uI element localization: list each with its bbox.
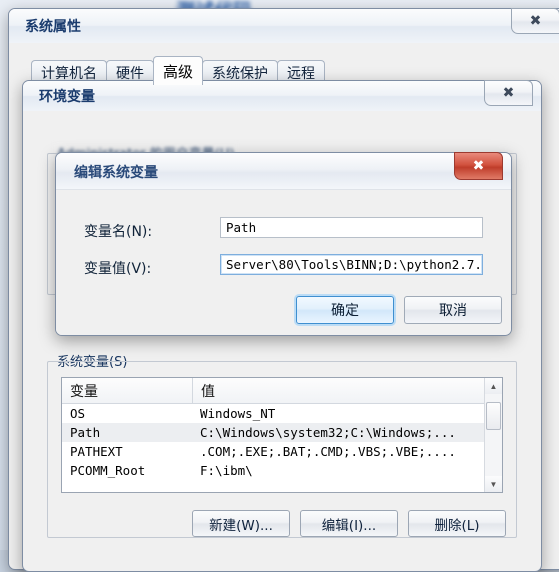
edit-dialog-close-button[interactable]: ✖ [454, 152, 503, 180]
close-icon: ✖ [502, 85, 515, 101]
chevron-down-icon: ▼ [489, 479, 498, 489]
row-variable-value: C:\Windows\system32;C:\Windows;... [200, 425, 456, 440]
close-icon: ✖ [472, 158, 485, 174]
variable-name-input[interactable]: Path [220, 217, 483, 238]
scroll-up-button[interactable]: ▲ [485, 378, 502, 394]
edit-button[interactable]: 编辑(I)... [300, 510, 398, 537]
variable-value-label: 变量值(V): [84, 261, 152, 277]
column-header-variable: 变量 [62, 378, 193, 403]
variable-value-input[interactable]: Server\80\Tools\BINN;D:\python2.7.6 [220, 254, 483, 275]
delete-button[interactable]: 删除(L) [408, 510, 506, 537]
row-variable-name: PCOMM_Root [70, 463, 146, 478]
list-header: 变量 值 [62, 378, 502, 404]
new-button[interactable]: 新建(W)... [192, 510, 290, 537]
edit-dialog-titlebar: 编辑系统变量 ✖ [56, 152, 511, 189]
row-variable-name: Path [70, 425, 101, 440]
environment-variables-title: 环境变量 [39, 89, 95, 105]
system-properties-titlebar: 系统属性 ✖ [9, 8, 559, 43]
variable-name-label: 变量名(N): [84, 224, 153, 240]
chevron-up-icon: ▲ [489, 381, 498, 391]
list-scrollbar[interactable]: ▲ ▼ [484, 378, 502, 492]
row-variable-value: Windows_NT [200, 406, 276, 421]
edit-system-variable-dialog: 编辑系统变量 ✖ 变量名(N): Path 变量值(V): Server\80\… [55, 152, 512, 336]
cancel-button[interactable]: 取消 [404, 296, 502, 324]
environment-variables-close-button[interactable]: ✖ [484, 80, 533, 106]
table-row[interactable]: Path C:\Windows\system32;C:\Windows;... [62, 423, 502, 442]
edit-dialog-body: 变量名(N): Path 变量值(V): Server\80\Tools\BIN… [56, 189, 511, 335]
row-variable-name: OS [70, 406, 86, 421]
row-variable-value: .COM;.EXE;.BAT;.CMD;.VBS;.VBE;.... [200, 444, 456, 459]
scrollbar-thumb[interactable] [486, 402, 501, 430]
tab-advanced[interactable]: 高级 [153, 56, 204, 85]
ok-button[interactable]: 确定 [296, 296, 394, 324]
table-row[interactable]: PCOMM_Root F:\ibm\ [62, 461, 502, 480]
row-variable-value: F:\ibm\ [200, 463, 253, 478]
scroll-down-button[interactable]: ▼ [485, 476, 502, 492]
edit-dialog-title: 编辑系统变量 [74, 165, 158, 181]
close-icon: ✖ [529, 13, 542, 29]
system-variables-list[interactable]: 变量 值 OS Windows_NT Path C:\Windows\syste… [61, 377, 503, 493]
table-row[interactable]: PATHEXT .COM;.EXE;.BAT;.CMD;.VBS;.VBE;..… [62, 442, 502, 461]
column-header-value: 值 [201, 384, 215, 400]
environment-variables-titlebar: 环境变量 ✖ [23, 80, 541, 111]
system-properties-title: 系统属性 [25, 19, 81, 35]
row-variable-name: PATHEXT [70, 444, 123, 459]
table-row[interactable]: OS Windows_NT [62, 404, 502, 423]
system-properties-close-button[interactable]: ✖ [511, 8, 559, 34]
